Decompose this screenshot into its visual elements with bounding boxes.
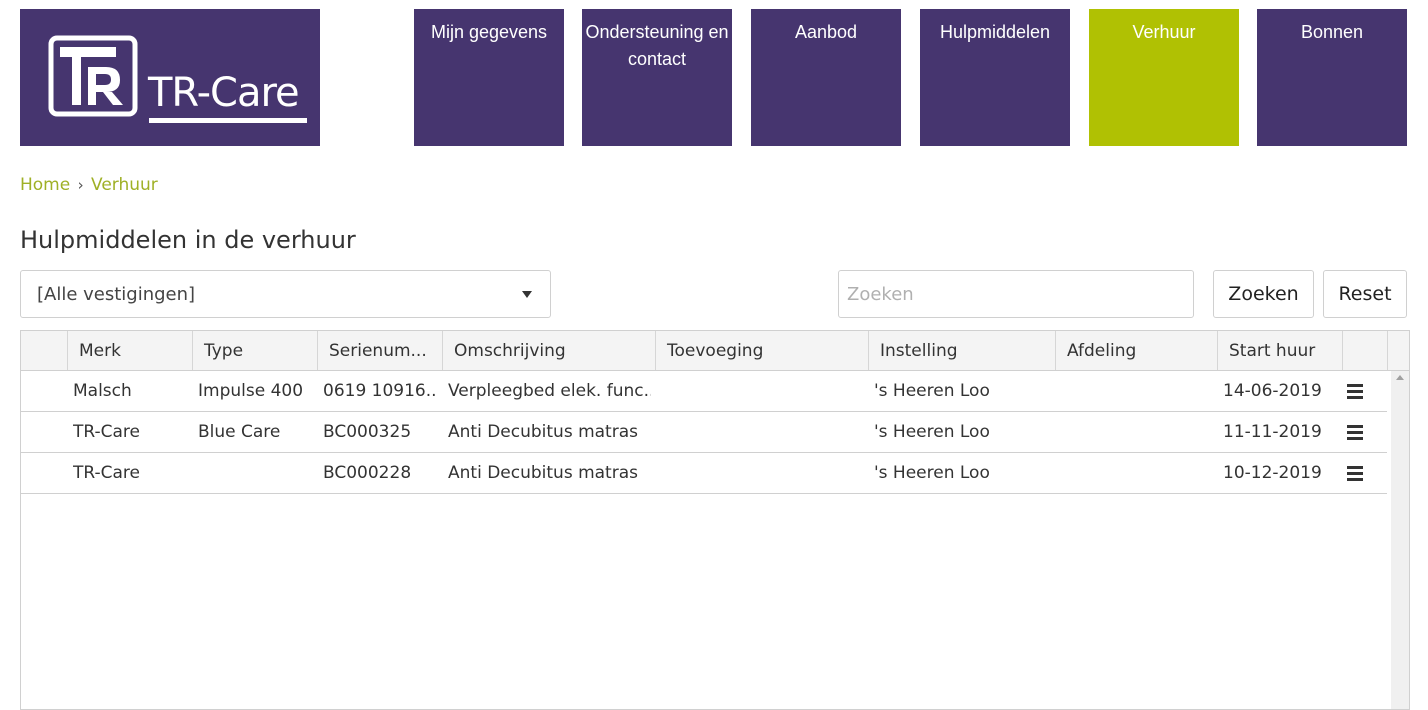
cell-omschrijving: Anti Decubitus matras — [448, 422, 638, 442]
search-input[interactable] — [838, 270, 1194, 318]
caret-down-icon — [522, 291, 532, 298]
header-toevoeging[interactable]: Toevoeging — [655, 331, 868, 370]
cell-instelling: 's Heeren Loo — [874, 381, 990, 401]
logo-underline — [149, 118, 307, 123]
tr-monogram-icon — [48, 35, 138, 117]
header-select-column — [21, 331, 67, 370]
nav-mijn-gegevens[interactable]: Mijn gegevens — [414, 9, 564, 146]
header-omschrijving[interactable]: Omschrijving — [442, 331, 655, 370]
cell-serienummer: BC000228 — [323, 463, 412, 483]
header-instelling[interactable]: Instelling — [868, 331, 1055, 370]
nav-verhuur[interactable]: Verhuur — [1089, 9, 1239, 146]
cell-afdeling — [1061, 371, 1213, 411]
scroll-up-arrow-icon[interactable] — [1396, 375, 1404, 380]
header-afdeling[interactable]: Afdeling — [1055, 331, 1217, 370]
nav-bonnen[interactable]: Bonnen — [1257, 9, 1407, 146]
cell-toevoeging — [661, 412, 864, 452]
location-select-value: [Alle vestigingen] — [37, 284, 196, 305]
rental-grid: Merk Type Serienum... Omschrijving Toevo… — [20, 330, 1410, 710]
header-type[interactable]: Type — [192, 331, 317, 370]
row-menu-icon[interactable] — [1347, 384, 1363, 399]
cell-merk: TR-Care — [73, 422, 141, 442]
table-row[interactable]: Malsch Impulse 400 0619 10916... Verplee… — [21, 371, 1387, 412]
header-scroll-spacer — [1387, 331, 1409, 370]
cell-merk: TR-Care — [73, 463, 141, 483]
header-serienummer[interactable]: Serienum... — [317, 331, 442, 370]
cell-type — [198, 453, 313, 493]
logo-wordmark: TR-Care — [148, 70, 300, 116]
cell-start-huur: 10-12-2019 — [1223, 463, 1322, 483]
breadcrumb-home-link[interactable]: Home — [20, 175, 70, 195]
grid-scrollbar[interactable] — [1391, 371, 1409, 709]
table-row[interactable]: TR-Care Blue Care BC000325 Anti Decubitu… — [21, 412, 1387, 453]
grid-header: Merk Type Serienum... Omschrijving Toevo… — [21, 331, 1409, 371]
location-select[interactable]: [Alle vestigingen] — [20, 270, 551, 318]
cell-toevoeging — [661, 453, 864, 493]
nav-ondersteuning-en-contact[interactable]: Ondersteuning en contact — [582, 9, 732, 146]
header-start-huur[interactable]: Start huur — [1217, 331, 1342, 370]
cell-afdeling — [1061, 412, 1213, 452]
header-merk[interactable]: Merk — [67, 331, 192, 370]
page-title: Hulpmiddelen in de verhuur — [20, 226, 356, 254]
cell-omschrijving: Anti Decubitus matras — [448, 463, 638, 483]
cell-toevoeging — [661, 371, 864, 411]
header-actions — [1342, 331, 1387, 370]
row-menu-icon[interactable] — [1347, 466, 1363, 481]
table-row[interactable]: TR-Care BC000228 Anti Decubitus matras '… — [21, 453, 1387, 494]
breadcrumb-current[interactable]: Verhuur — [91, 175, 158, 195]
cell-omschrijving: Verpleegbed elek. func... — [448, 381, 651, 401]
cell-instelling: 's Heeren Loo — [874, 422, 990, 442]
breadcrumb: Home › Verhuur — [20, 175, 158, 195]
nav-hulpmiddelen[interactable]: Hulpmiddelen — [920, 9, 1070, 146]
cell-serienummer: 0619 10916... — [323, 381, 438, 401]
row-menu-icon[interactable] — [1347, 425, 1363, 440]
breadcrumb-separator-icon: › — [77, 176, 84, 194]
cell-type: Impulse 400 — [198, 381, 304, 401]
reset-button[interactable]: Reset — [1323, 270, 1407, 318]
cell-serienummer: BC000325 — [323, 422, 412, 442]
nav-aanbod[interactable]: Aanbod — [751, 9, 901, 146]
cell-afdeling — [1061, 453, 1213, 493]
cell-start-huur: 11-11-2019 — [1223, 422, 1322, 442]
cell-merk: Malsch — [73, 381, 132, 401]
cell-type: Blue Care — [198, 422, 281, 442]
search-button[interactable]: Zoeken — [1213, 270, 1314, 318]
cell-instelling: 's Heeren Loo — [874, 463, 990, 483]
brand-logo[interactable]: TR-Care — [20, 9, 320, 146]
cell-start-huur: 14-06-2019 — [1223, 381, 1322, 401]
